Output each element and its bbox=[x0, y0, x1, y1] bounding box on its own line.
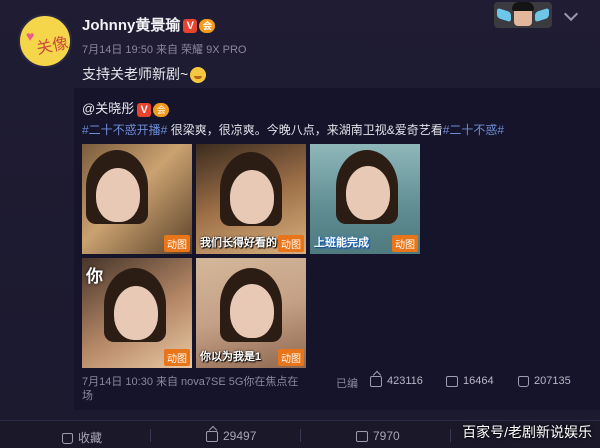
thumb-face bbox=[114, 286, 158, 340]
gif-tag: 动图 bbox=[278, 235, 304, 252]
share-icon bbox=[370, 375, 382, 387]
member-badge-icon: 会 bbox=[153, 102, 170, 117]
repost-author-name[interactable]: @关晓彤 bbox=[82, 101, 134, 116]
badge-hair bbox=[512, 2, 534, 11]
gif-thumbnail[interactable]: 上班能完成 动图 bbox=[310, 144, 420, 254]
gif-subtitle: 你以为我是1 bbox=[200, 351, 262, 363]
favorite-label: 收藏 bbox=[78, 431, 103, 445]
repost-like-count[interactable]: 207135 bbox=[518, 375, 571, 387]
topic-link[interactable]: #二十不惑# bbox=[443, 123, 504, 137]
edited-label[interactable]: 已编 bbox=[336, 375, 358, 391]
comment-icon bbox=[356, 431, 368, 443]
thumb-face bbox=[230, 170, 274, 224]
repost-author[interactable]: @关晓彤 V 会 bbox=[82, 98, 170, 117]
repost-button[interactable]: 29497 bbox=[206, 429, 256, 443]
emoji-icon bbox=[190, 67, 207, 84]
author-name[interactable]: Johnny黄景瑜 V 会 bbox=[82, 14, 216, 35]
comment-icon bbox=[446, 375, 458, 387]
fan-badge-image[interactable] bbox=[494, 2, 552, 28]
repost-comment-value: 16464 bbox=[463, 375, 494, 387]
badge-wing-right bbox=[535, 7, 549, 23]
repost-like-value: 207135 bbox=[534, 375, 571, 387]
gif-thumbnail[interactable]: 你 动图 bbox=[82, 258, 192, 368]
gif-caption: 你 bbox=[86, 267, 103, 286]
divider bbox=[300, 429, 301, 442]
verified-icon: V bbox=[183, 19, 198, 34]
repost-text: #二十不惑开播# 很梁爽，很凉爽。今晚八点，来湖南卫视&爱奇艺看#二十不惑# bbox=[82, 121, 504, 138]
gif-thumbnail[interactable]: 我们长得好看的 动图 bbox=[196, 144, 306, 254]
gif-tag: 动图 bbox=[392, 235, 418, 252]
comment-count: 7970 bbox=[373, 429, 400, 443]
post-text: 支持关老师新剧~ bbox=[82, 66, 189, 82]
avatar-text: 关像 bbox=[34, 32, 70, 59]
star-icon bbox=[62, 433, 73, 445]
verified-icon: V bbox=[137, 102, 152, 117]
repost-count: 29497 bbox=[223, 429, 257, 443]
repost-footer-line-2: 场 bbox=[82, 390, 93, 402]
author-name-text[interactable]: Johnny黄景瑜 bbox=[82, 17, 180, 34]
gif-thumbnail[interactable]: 动图 bbox=[82, 144, 192, 254]
gif-tag: 动图 bbox=[164, 349, 190, 366]
repost-body: 很梁爽，很凉爽。今晚八点，来湖南卫视&爱奇艺看 bbox=[167, 123, 443, 137]
divider bbox=[450, 429, 451, 442]
like-icon bbox=[518, 375, 529, 387]
member-badge-icon: 会 bbox=[199, 19, 216, 34]
gif-subtitle: 我们长得好看的 bbox=[200, 237, 277, 249]
topic-link[interactable]: #二十不惑开播# bbox=[82, 123, 167, 137]
repost-card[interactable]: @关晓彤 V 会 #二十不惑开播# 很梁爽，很凉爽。今晚八点，来湖南卫视&爱奇艺看#… bbox=[74, 88, 600, 410]
thumb-face bbox=[346, 166, 390, 220]
repost-time-source: 7月14日 10:30 来自 nova7SE 5G你在焦点在 场 bbox=[82, 375, 322, 403]
post-content: 支持关老师新剧~ bbox=[82, 64, 207, 84]
share-icon bbox=[206, 431, 218, 443]
divider bbox=[150, 429, 151, 442]
gif-tag: 动图 bbox=[164, 235, 190, 252]
gif-thumbnail[interactable]: 你以为我是1 动图 bbox=[196, 258, 306, 368]
gif-tag: 动图 bbox=[278, 349, 304, 366]
gif-subtitle: 上班能完成 bbox=[314, 237, 369, 249]
thumb-face bbox=[230, 284, 274, 338]
repost-share-count[interactable]: 423116 bbox=[370, 375, 423, 387]
repost-share-value: 423116 bbox=[387, 375, 423, 387]
badge-wing-left bbox=[497, 7, 511, 23]
chevron-down-icon[interactable] bbox=[563, 6, 579, 22]
repost-footer-line: 7月14日 10:30 来自 nova7SE 5G你在焦点在 bbox=[82, 376, 299, 388]
favorite-button[interactable]: 收藏 bbox=[62, 429, 102, 446]
post-time-source: 7月14日 19:50 来自 荣耀 9X PRO bbox=[82, 44, 247, 56]
author-avatar[interactable]: ♥ 关像 bbox=[18, 14, 72, 68]
repost-comment-count[interactable]: 16464 bbox=[446, 375, 494, 387]
comment-button[interactable]: 7970 bbox=[356, 429, 400, 443]
weibo-post: ♥ 关像 Johnny黄景瑜 V 会 7月14日 19:50 来自 荣耀 9X PR… bbox=[0, 0, 600, 420]
thumb-face bbox=[96, 168, 140, 222]
watermark-text: 百家号/老剧新说娱乐 bbox=[462, 424, 592, 440]
